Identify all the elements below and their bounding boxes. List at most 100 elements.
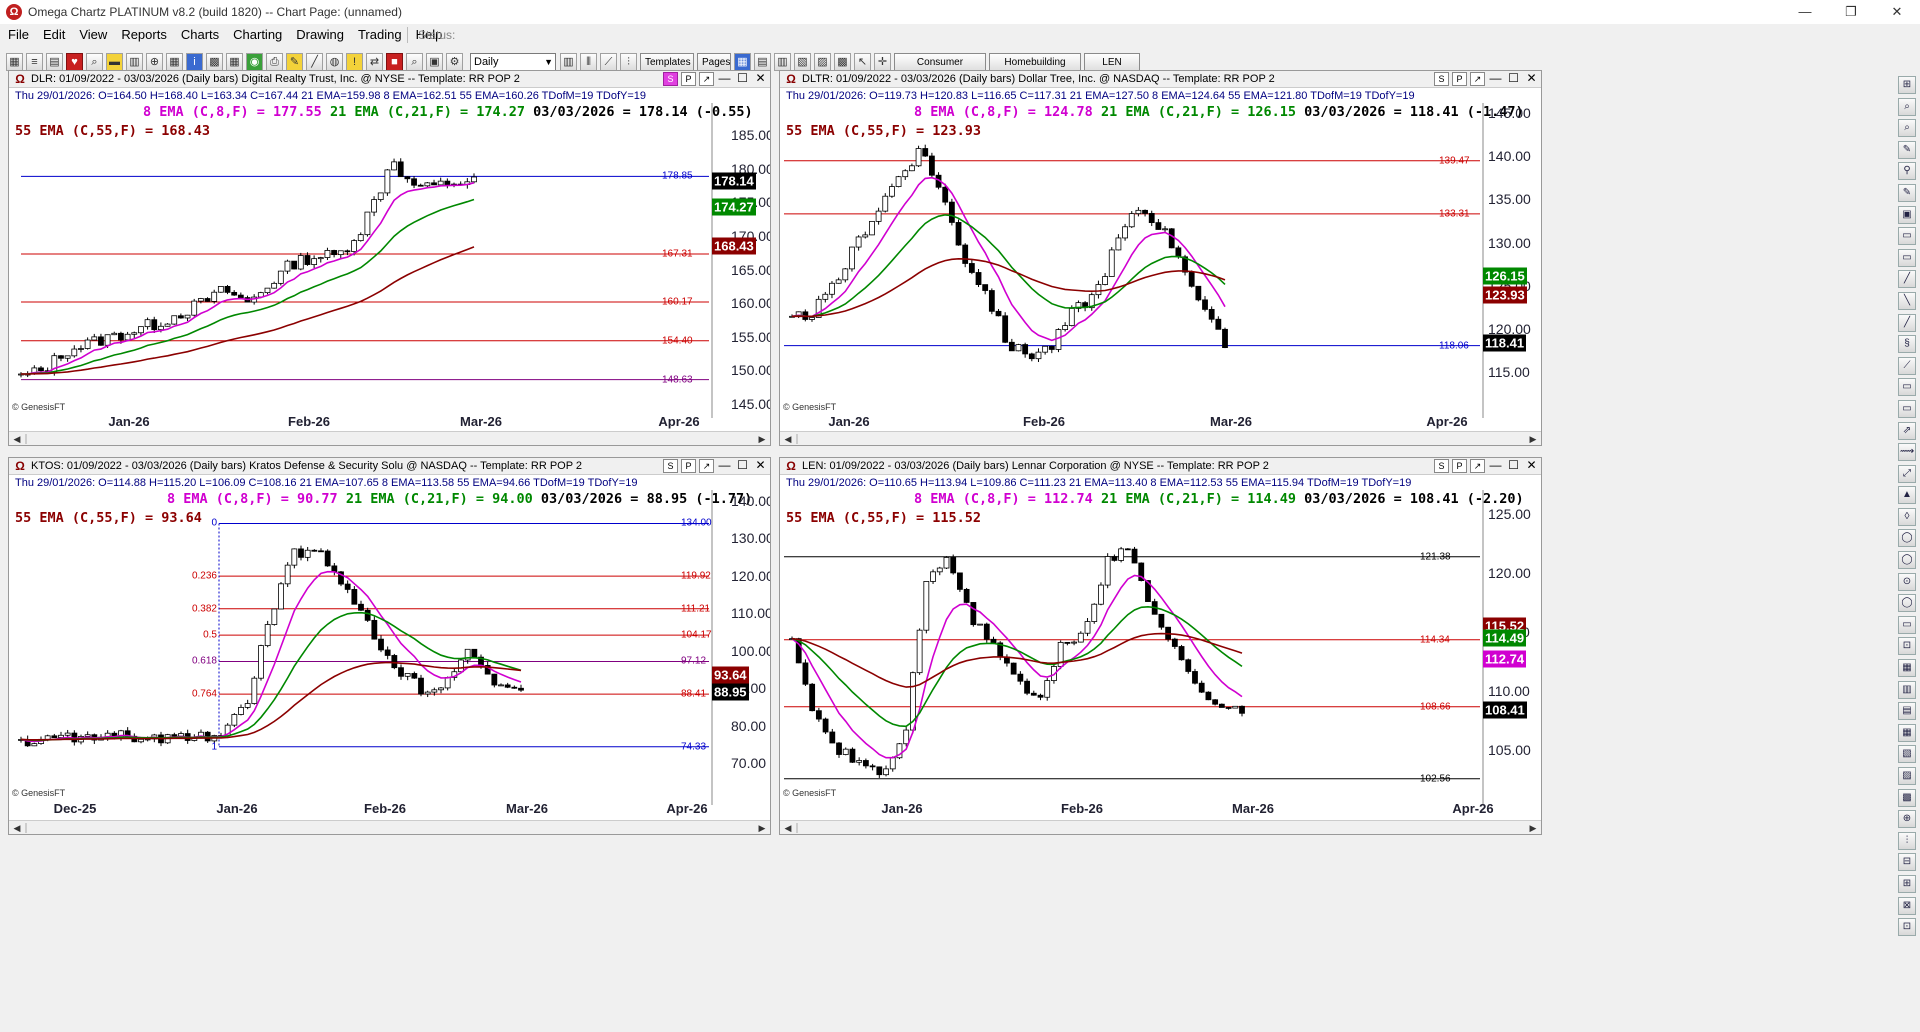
diamond-icon[interactable]: ◊ <box>1898 507 1916 526</box>
scroll-thumb[interactable] <box>796 434 798 444</box>
horizontal-scrollbar[interactable]: ◀ ▶ <box>9 431 770 445</box>
target-icon[interactable]: ⊙ <box>1898 572 1916 591</box>
hline-icon[interactable]: ▭ <box>1898 378 1916 397</box>
table-icon[interactable]: ▦ <box>166 53 183 71</box>
settings-icon[interactable]: ⚙ <box>446 53 463 71</box>
grid2-icon[interactable]: ▦ <box>1898 723 1916 742</box>
calc-icon[interactable]: ▩ <box>206 53 223 71</box>
box2-icon[interactable]: ▭ <box>1898 248 1916 267</box>
magnet-icon[interactable]: ⚲ <box>1898 162 1916 181</box>
chart-pane-dltr[interactable]: Ω DLTR: 01/09/2022 - 03/03/2026 (Daily ba… <box>779 70 1542 446</box>
scroll-right-icon[interactable]: ▶ <box>756 822 768 834</box>
scroll-left-icon[interactable]: ◀ <box>782 822 794 834</box>
menu-view[interactable]: View <box>72 24 114 46</box>
print-icon[interactable]: ⎙ <box>266 53 283 71</box>
scroll-right-icon[interactable]: ▶ <box>756 433 768 445</box>
scroll-left-icon[interactable]: ◀ <box>11 433 23 445</box>
chart-icon[interactable]: ▥ <box>126 53 143 71</box>
new-chart-icon[interactable]: ▦ <box>6 53 23 71</box>
scroll-thumb[interactable] <box>25 823 27 833</box>
menu-charting[interactable]: Charting <box>226 24 289 46</box>
scroll-right-icon[interactable]: ▶ <box>1527 433 1539 445</box>
layout3-icon[interactable]: ▥ <box>774 53 791 71</box>
horizontal-scrollbar[interactable]: ◀ ▶ <box>780 431 1541 445</box>
horizontal-scrollbar[interactable]: ◀ ▶ <box>780 820 1541 834</box>
zoom-out-icon[interactable]: ⌕ <box>1898 119 1916 138</box>
scroll-left-icon[interactable]: ◀ <box>782 433 794 445</box>
circle-icon[interactable]: ◯ <box>1898 529 1916 548</box>
zoom-in-icon[interactable]: ⌕ <box>1898 97 1916 116</box>
dot-box-icon[interactable]: ⊡ <box>1898 918 1916 937</box>
fib-icon[interactable]: § <box>1898 335 1916 354</box>
folder-icon[interactable]: ▬ <box>106 53 123 71</box>
menu-trading[interactable]: Trading <box>351 24 409 46</box>
channel-icon[interactable]: ⟋ <box>1898 356 1916 375</box>
list-icon[interactable]: ≡ <box>26 53 43 71</box>
minus-icon[interactable]: ⊟ <box>1898 853 1916 872</box>
arrow-icon[interactable]: ⇗ <box>1898 421 1916 440</box>
line-icon[interactable]: ╱ <box>306 53 323 71</box>
stop-icon[interactable]: ■ <box>386 53 403 71</box>
grid-icon[interactable]: ▦ <box>1898 659 1916 678</box>
favorites-icon[interactable]: ♥ <box>66 53 83 71</box>
templates-button[interactable]: Templates <box>640 52 694 72</box>
ohlc-icon[interactable]: ⫶ <box>620 53 637 71</box>
menu-reports[interactable]: Reports <box>114 24 174 46</box>
info-icon[interactable]: i <box>186 53 203 71</box>
bar-chart-icon[interactable]: ▥ <box>560 53 577 71</box>
chart-pane-dlr[interactable]: Ω DLR: 01/09/2022 - 03/03/2026 (Daily bar… <box>8 70 771 446</box>
camera-icon[interactable]: ▣ <box>426 53 443 71</box>
minimize-icon[interactable]: — <box>1782 0 1828 24</box>
period-select[interactable]: Daily ▼ <box>470 52 556 72</box>
plus-box-icon[interactable]: ⊞ <box>1898 874 1916 893</box>
rows-icon[interactable]: ▤ <box>1898 702 1916 721</box>
pages-button[interactable]: Pages <box>697 52 731 72</box>
crosshair-icon[interactable]: ✛ <box>874 53 891 71</box>
scroll-right-icon[interactable]: ▶ <box>1527 822 1539 834</box>
rectangle-icon[interactable]: ▣ <box>1898 205 1916 224</box>
dial-icon[interactable]: ◍ <box>326 53 343 71</box>
menu-drawing[interactable]: Drawing <box>289 24 351 46</box>
trendline2-icon[interactable]: ╲ <box>1898 291 1916 310</box>
layout2-icon[interactable]: ▤ <box>754 53 771 71</box>
chart-pane-ktos[interactable]: Ω KTOS: 01/09/2022 - 03/03/2026 (Daily ba… <box>8 457 771 835</box>
search-icon[interactable]: ⌕ <box>406 53 423 71</box>
pencil-icon[interactable]: ✎ <box>1898 183 1916 202</box>
candle-icon[interactable]: ⫴ <box>580 53 597 71</box>
ray-icon[interactable]: ╱ <box>1898 313 1916 332</box>
layout4-icon[interactable]: ▧ <box>794 53 811 71</box>
grid2-icon[interactable]: ▦ <box>226 53 243 71</box>
expand-icon[interactable]: ⤢ <box>1898 464 1916 483</box>
zoom-icon[interactable]: ⊕ <box>146 53 163 71</box>
pointer-icon[interactable]: ↖ <box>854 53 871 71</box>
triangle-icon[interactable]: ▲ <box>1898 486 1916 505</box>
tab-consumer-durables[interactable]: Consumer Durables & A <box>894 52 986 85</box>
hatch3-icon[interactable]: ▩ <box>1898 788 1916 807</box>
ring-icon[interactable]: ◯ <box>1898 594 1916 613</box>
hatch2-icon[interactable]: ▨ <box>1898 767 1916 785</box>
trade-icon[interactable]: ◉ <box>246 53 263 71</box>
vline-icon[interactable]: ▭ <box>1898 399 1916 418</box>
line-chart-icon[interactable]: ⟋ <box>600 53 617 71</box>
plus-icon[interactable]: ⊕ <box>1898 810 1916 829</box>
pen-icon[interactable]: ✎ <box>1898 140 1916 159</box>
frame-icon[interactable]: ⊡ <box>1898 637 1916 656</box>
dots-icon[interactable]: ⫶ <box>1898 831 1916 850</box>
scan-icon[interactable]: ⌕ <box>86 53 103 71</box>
cursor-icon[interactable]: ⊞ <box>1898 76 1916 94</box>
tab-len[interactable]: LEN <box>1084 52 1140 72</box>
rect2-icon[interactable]: ▭ <box>1898 615 1916 634</box>
menu-charts[interactable]: Charts <box>174 24 226 46</box>
chart-pane-len[interactable]: Ω LEN: 01/09/2022 - 03/03/2026 (Daily bar… <box>779 457 1542 835</box>
layout5-icon[interactable]: ▨ <box>814 53 831 71</box>
layout1-icon[interactable]: ▦ <box>734 53 751 71</box>
arrows-icon[interactable]: ⇄ <box>366 53 383 71</box>
grid-icon[interactable]: ▤ <box>46 53 63 71</box>
scroll-thumb[interactable] <box>25 434 27 444</box>
box-icon[interactable]: ▭ <box>1898 227 1916 246</box>
tab-homebuilding[interactable]: Homebuilding <box>989 52 1081 72</box>
x-box-icon[interactable]: ⊠ <box>1898 896 1916 915</box>
menu-edit[interactable]: Edit <box>36 24 72 46</box>
wave-icon[interactable]: ⟿ <box>1898 443 1916 462</box>
ellipse-icon[interactable]: ◯ <box>1898 551 1916 570</box>
